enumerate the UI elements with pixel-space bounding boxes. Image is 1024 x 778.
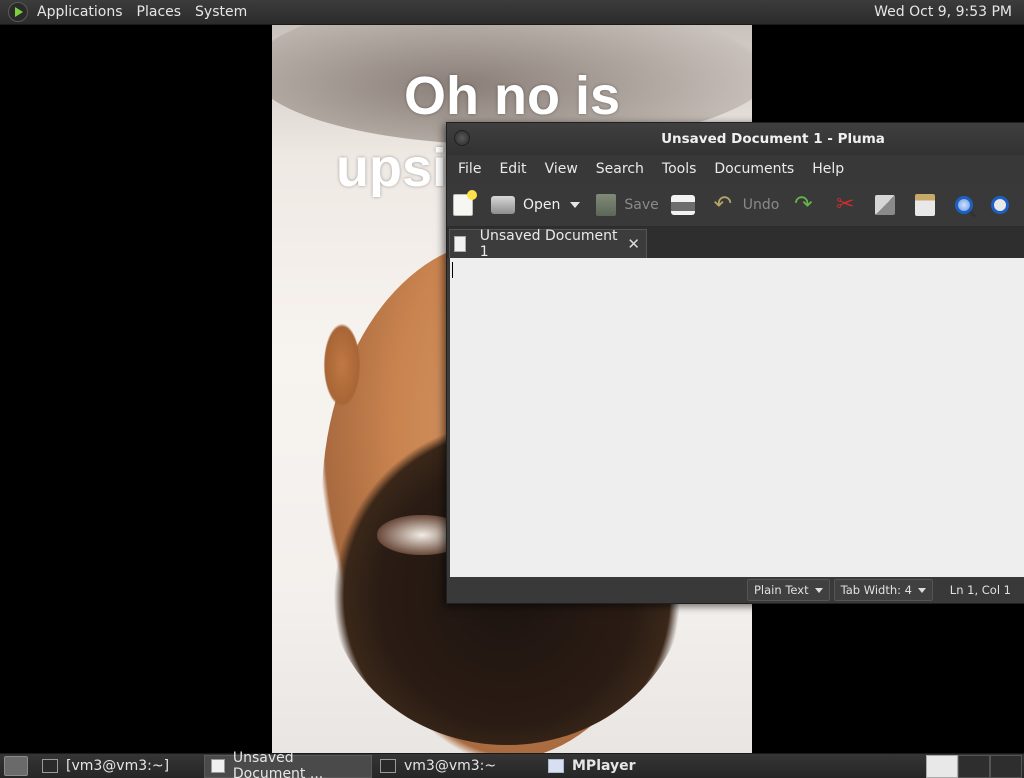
taskbar-item-pluma[interactable]: Unsaved Document ...	[204, 750, 372, 778]
window-title: Unsaved Document 1 - Pluma	[661, 131, 885, 147]
menu-help[interactable]: Help	[805, 161, 851, 177]
copy-icon	[875, 194, 896, 215]
taskbar-item-terminal-1[interactable]: [vm3@vm3:~]	[36, 755, 202, 778]
text-editor-icon	[211, 759, 225, 773]
paste-button[interactable]	[915, 193, 936, 216]
clock[interactable]: Wed Oct 9, 9:53 PM	[874, 4, 1024, 20]
save-label: Save	[624, 196, 659, 213]
workspace-switcher	[926, 754, 1022, 778]
cut-icon: ✂	[836, 191, 855, 217]
save-button[interactable]: Save	[596, 193, 659, 216]
window-menu-button[interactable]	[454, 130, 470, 146]
statusbar: Plain Text Tab Width: 4 Ln 1, Col 1	[447, 577, 1024, 603]
menu-file[interactable]: File	[451, 161, 488, 177]
menu-search[interactable]: Search	[589, 161, 651, 177]
terminal-icon	[380, 759, 396, 773]
mplayer-icon	[548, 759, 564, 773]
workspace-1[interactable]	[926, 754, 958, 778]
cursor-position: Ln 1, Col 1	[949, 583, 1011, 597]
bottom-panel: [vm3@vm3:~] Unsaved Document ... vm3@vm3…	[0, 750, 1024, 778]
taskbar-item-mplayer[interactable]: MPlayer	[542, 755, 694, 778]
places-menu[interactable]: Places	[130, 0, 189, 25]
open-recent-dropdown[interactable]	[570, 201, 581, 208]
taskbar-item-label: vm3@vm3:~	[404, 758, 497, 774]
menu-edit[interactable]: Edit	[492, 161, 533, 177]
tabbar: Unsaved Document 1 ✕	[447, 227, 1024, 260]
cut-button[interactable]: ✂	[833, 191, 857, 217]
text-editor-area[interactable]	[450, 258, 1024, 578]
window-titlebar[interactable]: Unsaved Document 1 - Pluma	[447, 123, 1024, 155]
document-icon	[454, 236, 466, 252]
paste-icon	[915, 193, 936, 216]
applications-menu[interactable]: Applications	[30, 0, 130, 25]
close-tab-icon[interactable]: ✕	[627, 235, 640, 253]
system-menu[interactable]: System	[188, 0, 254, 25]
menu-view[interactable]: View	[538, 161, 585, 177]
redo-icon: ↷	[794, 191, 813, 217]
find-icon	[955, 195, 974, 214]
undo-icon: ↶	[713, 191, 732, 217]
pluma-window: Unsaved Document 1 - Pluma File Edit Vie…	[446, 122, 1024, 604]
top-panel: Applications Places System Wed Oct 9, 9:…	[0, 0, 1024, 25]
show-desktop-button[interactable]	[4, 756, 28, 776]
text-cursor	[452, 262, 453, 278]
document-tab-label: Unsaved Document 1	[479, 228, 618, 260]
terminal-icon	[42, 759, 58, 773]
redo-button[interactable]: ↷	[791, 191, 815, 217]
taskbar-item-terminal-2[interactable]: vm3@vm3:~	[374, 755, 540, 778]
find-replace-icon	[991, 195, 1010, 214]
mate-logo-icon[interactable]	[8, 2, 28, 22]
save-icon	[596, 193, 617, 216]
language-selector[interactable]: Plain Text	[747, 579, 830, 601]
video-ear	[322, 320, 362, 410]
undo-button[interactable]: ↶ Undo	[711, 191, 780, 217]
taskbar-item-label: [vm3@vm3:~]	[66, 758, 170, 774]
tab-width-selector[interactable]: Tab Width: 4	[833, 579, 933, 601]
chevron-down-icon	[917, 587, 926, 593]
workspace-3[interactable]	[990, 754, 1022, 778]
new-button[interactable]	[453, 189, 477, 216]
open-icon	[491, 195, 515, 214]
menu-tools[interactable]: Tools	[655, 161, 704, 177]
replace-button[interactable]	[991, 195, 1010, 214]
menu-documents[interactable]: Documents	[707, 161, 801, 177]
print-button[interactable]	[670, 194, 695, 215]
undo-label: Undo	[742, 196, 780, 213]
copy-button[interactable]	[875, 194, 896, 215]
open-button[interactable]: Open	[491, 195, 561, 214]
toolbar: Open Save ↶ Undo ↷ ✂	[447, 183, 1024, 227]
chevron-down-icon	[814, 587, 823, 593]
tab-width-label: Tab Width: 4	[840, 583, 912, 597]
find-button[interactable]	[955, 195, 974, 214]
language-label: Plain Text	[754, 583, 809, 597]
document-tab[interactable]: Unsaved Document 1 ✕	[449, 228, 647, 260]
taskbar-item-label: MPlayer	[572, 758, 636, 774]
taskbar-item-label: Unsaved Document ...	[232, 750, 324, 778]
menubar: File Edit View Search Tools Documents He…	[447, 155, 1024, 183]
open-label: Open	[523, 196, 561, 213]
print-icon	[670, 194, 695, 215]
workspace-2[interactable]	[958, 754, 990, 778]
new-document-icon	[453, 189, 477, 216]
